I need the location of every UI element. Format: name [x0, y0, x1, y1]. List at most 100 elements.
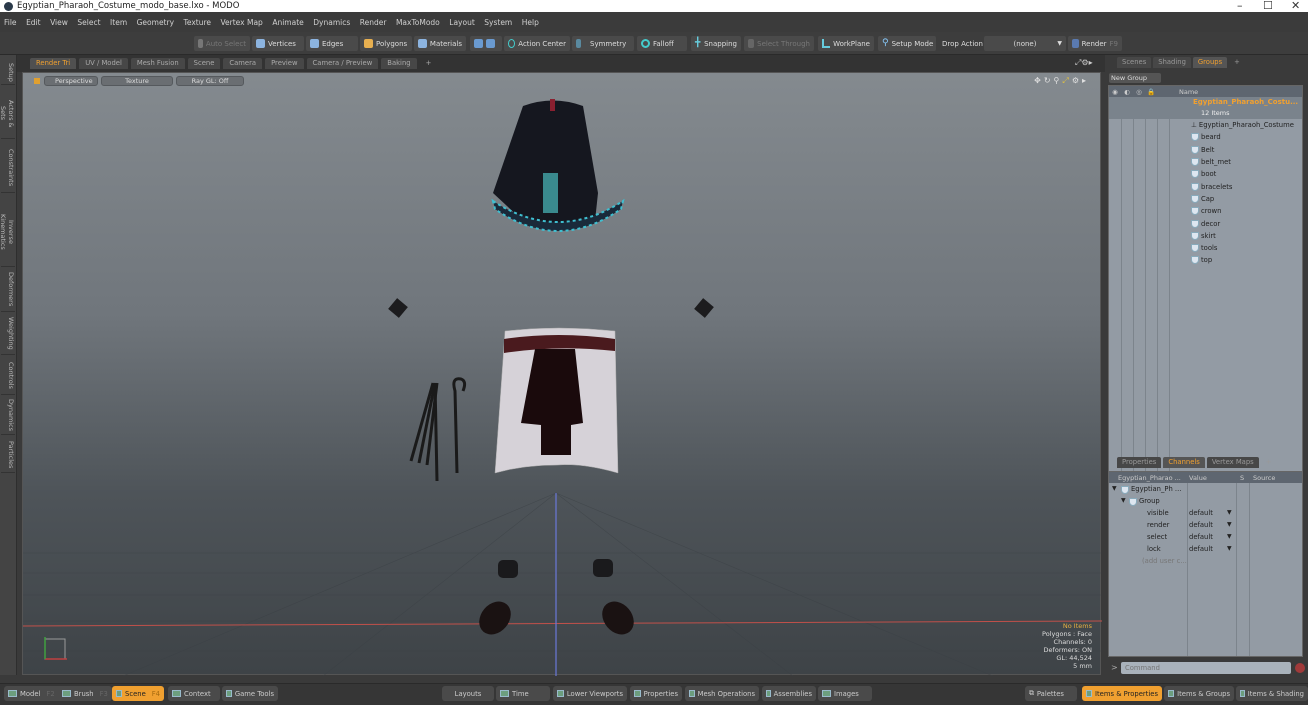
menu-vertex-map[interactable]: Vertex Map	[221, 18, 263, 27]
channel-value-select[interactable]: default	[1189, 545, 1213, 553]
rotate-icon[interactable]: ↻	[1044, 76, 1051, 86]
3d-viewport[interactable]: Perspective Texture Ray GL: Off ✥ ↻ ⚲ ⤢ …	[22, 72, 1102, 676]
channel-row[interactable]: visible default ▼	[1109, 509, 1302, 521]
tab-camera[interactable]: Camera	[223, 58, 263, 69]
chevron-down-icon[interactable]: ▼	[1227, 545, 1232, 552]
tab-dynamics[interactable]: Dynamics	[1, 395, 15, 435]
menu-maxtomodo[interactable]: MaxToModo	[396, 18, 440, 27]
sandal-left-model[interactable]	[473, 595, 518, 641]
tab-groups[interactable]: Groups	[1192, 57, 1228, 68]
tab-particles[interactable]: Particles	[1, 437, 15, 473]
menu-render[interactable]: Render	[360, 18, 387, 27]
menu-file[interactable]: File	[4, 18, 17, 27]
minimize-button[interactable]: –	[1237, 0, 1243, 12]
channel-root-row[interactable]: ▼ Egyptian_Ph ...	[1109, 485, 1302, 497]
tab-setup[interactable]: Setup	[1, 59, 15, 85]
channel-row[interactable]: select default ▼	[1109, 533, 1302, 545]
falloff-button[interactable]: Falloff	[637, 36, 687, 51]
render-column-icon[interactable]: ◐	[1121, 88, 1133, 96]
add-lower-tab-button[interactable]: +	[1261, 457, 1277, 468]
channel-row[interactable]: render default ▼	[1109, 521, 1302, 533]
boot-right-model[interactable]	[593, 559, 613, 577]
snapping-button[interactable]: ╋ Snapping	[691, 36, 741, 51]
tab-render-tri[interactable]: Render Tri	[30, 58, 77, 69]
tab-preview[interactable]: Preview	[265, 58, 304, 69]
tab-properties[interactable]: Properties	[1117, 457, 1162, 468]
group-item[interactable]: decor	[1109, 217, 1302, 229]
close-button[interactable]: ✕	[1291, 0, 1300, 12]
tab-camera-preview[interactable]: Camera / Preview	[306, 58, 379, 69]
sandal-right-model[interactable]	[596, 595, 641, 641]
tab-baking[interactable]: Baking	[381, 58, 417, 69]
group-item[interactable]: crown	[1109, 205, 1302, 217]
setup-mode-button[interactable]: ⚲ Setup Mode	[878, 36, 936, 51]
auto-select-button[interactable]: Auto Select	[194, 36, 250, 51]
lower-viewports-button[interactable]: Lower Viewports	[553, 686, 627, 701]
workplane-button[interactable]: WorkPlane	[818, 36, 874, 51]
command-input[interactable]	[1121, 662, 1291, 674]
layout-game-tools-button[interactable]: Game Tools	[222, 686, 278, 701]
layout-scene-button[interactable]: Scene F4	[112, 686, 164, 701]
viewport-settings-icon[interactable]: ⚙	[1072, 76, 1079, 86]
menu-geometry[interactable]: Geometry	[137, 18, 174, 27]
add-tab-button[interactable]: +	[420, 58, 438, 69]
palettes-button[interactable]: ⧉ Palettes	[1025, 686, 1077, 701]
render-button[interactable]: Render F9	[1068, 36, 1122, 51]
menu-view[interactable]: View	[50, 18, 68, 27]
menu-system[interactable]: System	[484, 18, 512, 27]
tab-inverse-kinematics[interactable]: Inverse Kinematics	[0, 197, 15, 267]
viewport-menu-icon[interactable]	[34, 78, 40, 84]
group-item[interactable]: ⊥ Egyptian_Pharaoh_Costume	[1109, 119, 1302, 131]
bracelet-right-model[interactable]	[694, 298, 714, 318]
expand-icon[interactable]: ▼	[1112, 485, 1117, 492]
pan-icon[interactable]: ✥	[1034, 76, 1041, 86]
expand-icon[interactable]: ▼	[1121, 497, 1126, 504]
vertices-button[interactable]: Vertices	[252, 36, 304, 51]
menu-item[interactable]: Item	[110, 18, 127, 27]
select-through-button[interactable]: Select Through	[744, 36, 814, 51]
tab-constraints[interactable]: Constraints	[1, 143, 15, 193]
chevron-down-icon[interactable]: ▼	[1227, 509, 1232, 516]
layout-context-button[interactable]: Context	[168, 686, 220, 701]
view-mode-dropdown[interactable]: Perspective	[44, 76, 98, 86]
tab-controls[interactable]: Controls	[1, 357, 15, 395]
items-shading-button[interactable]: Items & Shading	[1236, 686, 1308, 701]
menu-edit[interactable]: Edit	[26, 18, 41, 27]
tab-vertex-maps[interactable]: Vertex Maps	[1206, 457, 1259, 468]
items-properties-button[interactable]: Items & Properties	[1082, 686, 1162, 701]
group-item[interactable]: skirt	[1109, 230, 1302, 242]
layout-model-button[interactable]: Model F2	[4, 686, 66, 701]
menu-layout[interactable]: Layout	[449, 18, 475, 27]
tab-actors-sets[interactable]: Actors & Sets	[0, 89, 15, 139]
new-group-button[interactable]: New Group	[1109, 73, 1161, 83]
action-center-button[interactable]: Action Center	[504, 36, 570, 51]
tab-scene[interactable]: Scene	[187, 58, 221, 69]
command-clear-icon[interactable]	[1295, 663, 1305, 673]
group-item[interactable]: top	[1109, 254, 1302, 266]
viewport-more-icon[interactable]: ▸	[1082, 76, 1086, 86]
menu-animate[interactable]: Animate	[272, 18, 303, 27]
crown-model[interactable]	[491, 99, 625, 232]
group-item[interactable]: boot	[1109, 168, 1302, 180]
tab-deformers[interactable]: Deformers	[1, 267, 15, 312]
drop-action-select[interactable]: (none) ▼	[984, 36, 1066, 51]
group-item[interactable]: bracelets	[1109, 181, 1302, 193]
properties-button[interactable]: Properties	[630, 686, 682, 701]
layout-brush-button[interactable]: Brush F3	[58, 686, 112, 701]
group-item[interactable]: Belt	[1109, 144, 1302, 156]
menu-texture[interactable]: Texture	[184, 18, 211, 27]
tab-weighting[interactable]: Weighting	[1, 313, 15, 355]
viewport-expand-icon[interactable]: ⤢⚙▸	[1075, 58, 1093, 68]
group-item[interactable]: tools	[1109, 242, 1302, 254]
channel-value-select[interactable]: default	[1189, 509, 1213, 517]
mesh-operations-button[interactable]: Mesh Operations	[685, 686, 759, 701]
zoom-icon[interactable]: ⚲	[1054, 76, 1060, 86]
assemblies-button[interactable]: Assemblies	[762, 686, 816, 701]
tab-mesh-fusion[interactable]: Mesh Fusion	[130, 58, 185, 69]
tools-model[interactable]	[409, 377, 467, 482]
images-button[interactable]: Images	[818, 686, 872, 701]
shading-dropdown[interactable]: Texture	[101, 76, 173, 86]
raygl-toggle[interactable]: Ray GL: Off	[176, 76, 244, 86]
select-column-icon[interactable]: ◎	[1133, 88, 1145, 96]
group-row[interactable]: Egyptian_Pharaoh_Costu... 12 Items	[1109, 97, 1302, 119]
